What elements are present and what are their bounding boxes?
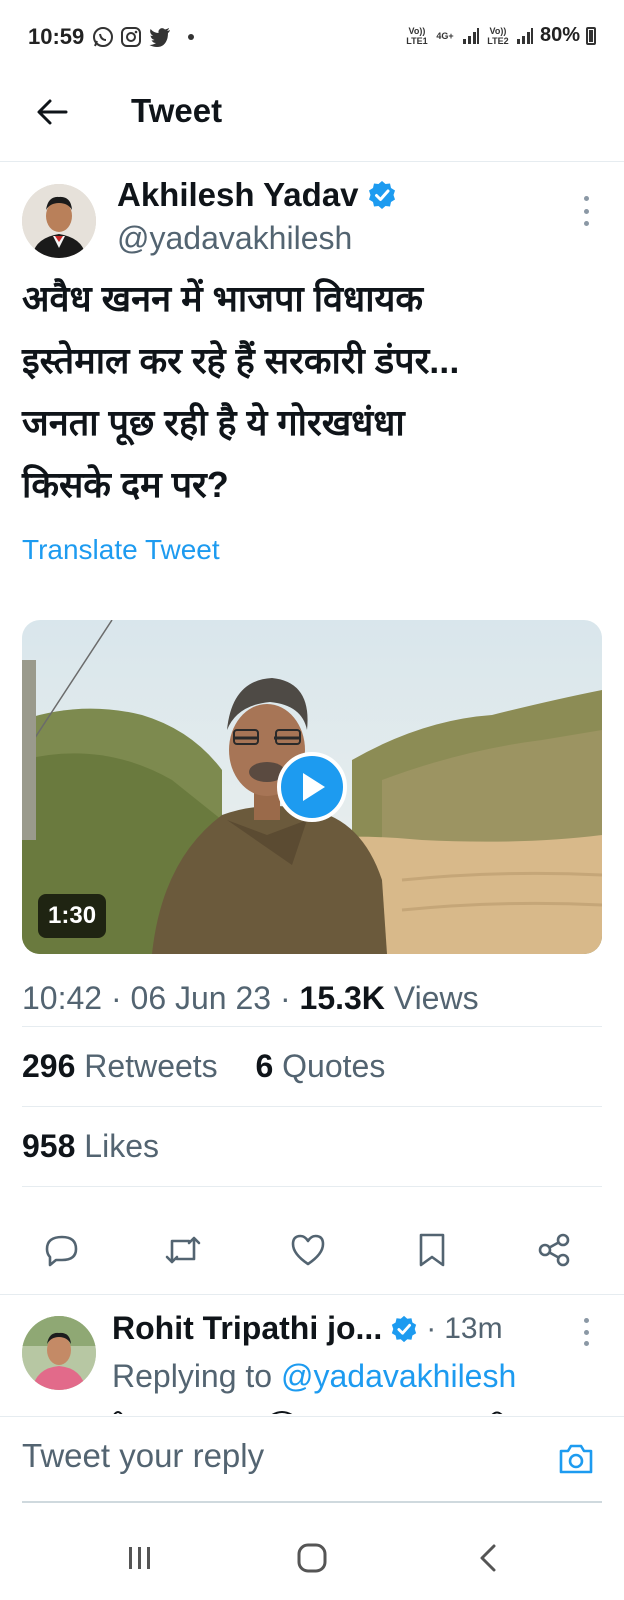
replying-handle[interactable]: @yadavakhilesh xyxy=(281,1358,516,1394)
network-type-label: 4G+ xyxy=(436,30,454,41)
more-dot-icon xyxy=(583,1329,589,1335)
app-header: Tweet xyxy=(0,72,624,162)
instagram-icon xyxy=(121,27,141,47)
tweet-metadata: 10:42 · 06 Jun 23 · 15.3K Views xyxy=(22,980,479,1017)
quotes-stat[interactable]: 6 Quotes xyxy=(255,1048,385,1084)
system-indicators: Vo)) LTE1 4G+ Vo)) LTE2 80% xyxy=(406,24,596,47)
meta-separator: · xyxy=(279,980,300,1016)
home-button[interactable] xyxy=(287,1536,337,1580)
reply-composer: Tweet your reply xyxy=(0,1416,624,1506)
reply-time: 13m xyxy=(444,1311,503,1345)
tweet-video[interactable]: 1:30 xyxy=(22,620,602,954)
chevron-left-icon xyxy=(480,1544,496,1572)
views-count: 15.3K xyxy=(299,980,385,1016)
views-label[interactable]: Views xyxy=(394,980,479,1016)
reply-avatar-image xyxy=(22,1316,96,1390)
status-time: 10:59 xyxy=(28,24,85,49)
recent-apps-button[interactable] xyxy=(115,1536,165,1580)
recent-apps-icon xyxy=(129,1547,150,1569)
retweet-quote-stats: 296 Retweets 6 Quotes xyxy=(22,1048,385,1085)
signal-icon-2 xyxy=(516,27,533,44)
reply-button[interactable] xyxy=(40,1228,84,1272)
like-button[interactable] xyxy=(286,1228,330,1272)
reply-text-fragment xyxy=(113,1411,503,1414)
bookmark-icon xyxy=(419,1233,445,1267)
battery-icon xyxy=(586,26,596,45)
replying-label: Replying to xyxy=(112,1358,273,1394)
divider xyxy=(22,1186,602,1187)
camera-icon xyxy=(559,1444,593,1474)
likes-label: Likes xyxy=(84,1128,159,1164)
tweet-text-line: जनता पूछ रही है ये गोरखधंधा xyxy=(22,402,405,443)
page-title: Tweet xyxy=(131,92,223,129)
reply-author-avatar[interactable] xyxy=(22,1316,96,1390)
verified-badge-icon xyxy=(368,181,395,209)
reply-author-name[interactable]: Rohit Tripathi jo... xyxy=(112,1310,382,1347)
sim2-label: Vo)) LTE2 xyxy=(487,25,509,46)
input-underline xyxy=(22,1501,602,1503)
reply-input[interactable]: Tweet your reply xyxy=(22,1437,264,1475)
tweet-text: अवैध खनन में भाजपा विधायक इस्तेमाल कर रह… xyxy=(22,268,602,516)
likes-count: 958 xyxy=(22,1128,76,1164)
back-button[interactable] xyxy=(30,90,74,134)
quotes-count: 6 xyxy=(255,1048,274,1084)
verified-badge-icon xyxy=(392,1315,417,1342)
likes-stats[interactable]: 958 Likes xyxy=(22,1128,159,1165)
bookmark-button[interactable] xyxy=(410,1228,454,1272)
divider xyxy=(22,1026,602,1027)
twitter-bird-icon xyxy=(149,28,170,47)
play-icon xyxy=(303,773,325,801)
translate-tweet-link[interactable]: Translate Tweet xyxy=(22,534,220,566)
tweet-action-bar xyxy=(0,1222,624,1282)
more-dot-icon xyxy=(583,1318,589,1323)
play-button[interactable] xyxy=(277,752,347,822)
video-duration-badge: 1:30 xyxy=(38,894,107,938)
more-dot-icon xyxy=(583,221,589,226)
reply-more-options-button[interactable] xyxy=(576,1318,596,1346)
sim1-label: Vo)) LTE1 xyxy=(406,25,428,46)
status-bar: 10:59 Vo)) LTE1 4G+ Vo)) LTE2 80% xyxy=(0,0,624,72)
tweet-text-line: अवैध खनन में भाजपा विधायक xyxy=(22,278,424,319)
section-divider xyxy=(0,1294,624,1295)
home-icon xyxy=(297,1543,327,1573)
notification-icons xyxy=(92,26,194,48)
retweet-button[interactable] xyxy=(161,1228,205,1272)
reply-text-truncated xyxy=(112,1404,592,1414)
more-options-button[interactable] xyxy=(576,196,596,226)
retweets-stat[interactable]: 296 Retweets xyxy=(22,1048,218,1084)
reply-icon xyxy=(45,1235,78,1267)
replying-to: Replying to @yadavakhilesh xyxy=(112,1358,516,1395)
tweet-time: 10:42 xyxy=(22,980,103,1016)
author-name-row: Akhilesh Yadav xyxy=(117,176,397,214)
author-handle[interactable]: @yadavakhilesh xyxy=(117,220,352,257)
retweets-count: 296 xyxy=(22,1048,76,1084)
more-dot-icon xyxy=(583,208,589,214)
battery-percent: 80% xyxy=(539,24,580,46)
camera-button[interactable] xyxy=(554,1437,598,1481)
reply-separator: · xyxy=(426,1311,437,1345)
share-button[interactable] xyxy=(532,1228,576,1272)
tweet-text-line: किसके दम पर? xyxy=(22,464,229,505)
tweet-date: 06 Jun 23 xyxy=(130,980,272,1016)
author-name[interactable]: Akhilesh Yadav xyxy=(117,176,359,214)
divider xyxy=(22,1106,602,1107)
arrow-left-icon xyxy=(37,99,68,125)
heart-icon xyxy=(291,1234,325,1266)
whatsapp-icon xyxy=(93,27,113,47)
tweet-text-line: इस्तेमाल कर रहे हैं सरकारी डंपर... xyxy=(22,340,460,381)
quotes-label: Quotes xyxy=(282,1048,386,1084)
retweet-icon xyxy=(165,1236,201,1264)
reply-header: Rohit Tripathi jo... · 13m xyxy=(112,1310,503,1347)
author-avatar[interactable] xyxy=(22,184,96,258)
system-navigation-bar xyxy=(0,1520,624,1600)
more-dot-icon xyxy=(583,1341,589,1346)
author-avatar-image xyxy=(22,184,96,258)
system-back-button[interactable] xyxy=(463,1536,513,1580)
more-notifications-dot xyxy=(188,34,194,40)
signal-icon xyxy=(462,27,479,44)
share-icon xyxy=(538,1233,570,1267)
meta-separator: · xyxy=(110,980,131,1016)
retweets-label: Retweets xyxy=(84,1048,218,1084)
more-dot-icon xyxy=(583,196,589,201)
